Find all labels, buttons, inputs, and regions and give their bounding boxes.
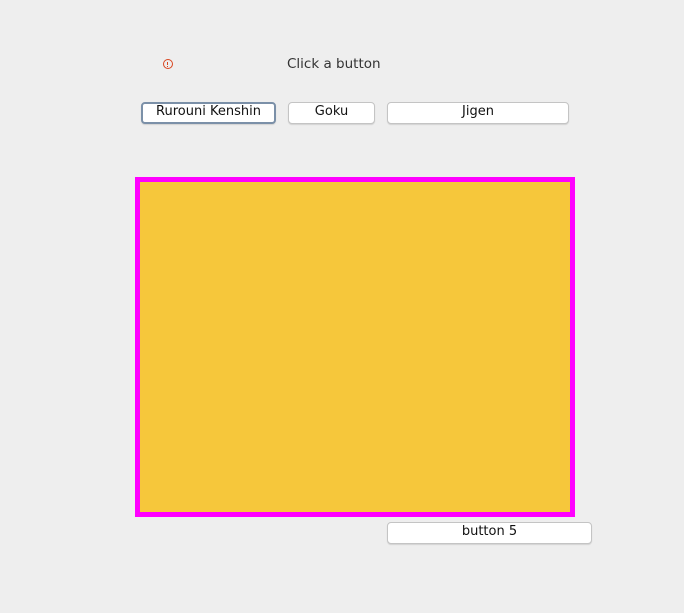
rurouni-kenshin-button[interactable]: Rurouni Kenshin — [141, 102, 276, 124]
goku-button[interactable]: Goku — [288, 102, 375, 124]
status-label: Click a button — [287, 56, 381, 72]
jigen-button[interactable]: Jigen — [387, 102, 569, 124]
warning-icon — [163, 59, 173, 69]
button-5[interactable]: button 5 — [387, 522, 592, 544]
color-panel — [135, 177, 575, 517]
